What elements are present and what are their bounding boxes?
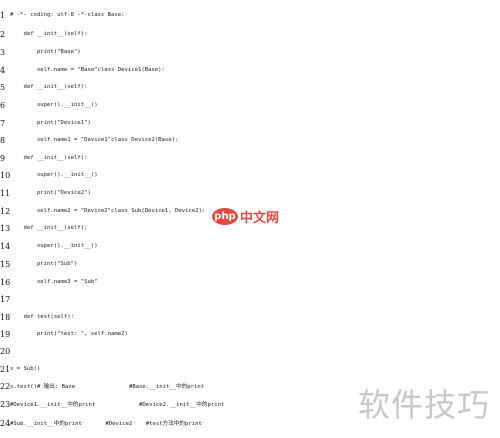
- code-line: 8 self.name1 = "Device1"class Device2(Ba…: [0, 134, 178, 146]
- code-line: 10 super().__init__(): [0, 169, 98, 181]
- line-number: 5: [0, 82, 6, 92]
- code-text: super().__init__(): [10, 172, 98, 178]
- php-logo-icon: php: [212, 208, 238, 225]
- corner-watermark: 软件技巧: [358, 386, 491, 424]
- code-line: 4 self.name = "Base"class Device1(Base):: [0, 64, 165, 76]
- code-text: self.name = "Base"class Device1(Base):: [10, 67, 165, 73]
- code-line: 20: [0, 345, 10, 357]
- code-line: 17: [0, 293, 10, 305]
- code-line: 5 def __init__(self):: [0, 81, 87, 93]
- line-number: 6: [0, 100, 6, 110]
- line-number: 7: [0, 118, 6, 128]
- php-watermark: php 中文网: [212, 207, 279, 226]
- code-line: 2 def __init__(self):: [0, 28, 87, 40]
- code-text: print("Device1"): [10, 120, 91, 126]
- code-text: print("test: ", self.name2): [10, 331, 128, 337]
- line-number: 24: [0, 418, 11, 428]
- line-number: 22: [0, 381, 11, 391]
- line-number: 16: [0, 277, 11, 287]
- line-number: 8: [0, 135, 6, 145]
- line-number: 18: [0, 312, 11, 322]
- code-line: 6 super().__init__(): [0, 99, 98, 111]
- code-line: 14 super().__init__(): [0, 240, 98, 252]
- code-line: 3 print("Base"): [0, 46, 81, 58]
- code-line: 22 s.test()# 输出: Base #Base.__init__中的pri…: [0, 380, 204, 392]
- line-number: 10: [0, 170, 11, 180]
- line-number: 9: [0, 153, 6, 163]
- code-text: self.name1 = "Device1"class Device2(Base…: [10, 137, 179, 143]
- line-number: 11: [0, 188, 11, 198]
- code-line: 23 #Device1.__init__中的print #Device2.__in…: [0, 398, 224, 410]
- code-line: 9 def __init__(self):: [0, 152, 87, 164]
- code-line: 11 print("Device2"): [0, 187, 91, 199]
- line-number: 17: [0, 294, 11, 304]
- code-text: print("Device2"): [10, 190, 91, 196]
- line-number: 1: [0, 10, 6, 20]
- code-line: 24 #Sub.__init__中的print #Device2 #test方法中…: [0, 417, 202, 429]
- code-text: super().__init__(): [10, 243, 98, 249]
- code-line: 16 self.name3 = "Sub": [0, 276, 98, 288]
- code-text: print("Sub"): [10, 261, 78, 267]
- line-number: 4: [0, 65, 6, 75]
- code-line: 13 def __init__(self):: [0, 222, 87, 234]
- code-text: print("Base"): [10, 49, 81, 55]
- code-line: 1 # -*- coding: utf-8 -*-class Base:: [0, 9, 125, 21]
- line-number: 23: [0, 399, 11, 409]
- code-text: #Device1.__init__中的print #Device2.__init…: [10, 402, 225, 408]
- code-text: s = Sub(): [10, 366, 41, 372]
- line-number: 20: [0, 346, 11, 356]
- line-number: 14: [0, 241, 11, 251]
- php-watermark-text: 中文网: [240, 211, 280, 226]
- code-text: def __init__(self):: [10, 84, 88, 90]
- code-text: self.name3 = "Sub": [10, 279, 98, 285]
- code-text: s.test()# 输出: Base #Base.__init__中的print: [10, 384, 205, 390]
- line-number: 19: [0, 329, 11, 339]
- line-number: 2: [0, 29, 6, 39]
- code-line: 7 print("Device1"): [0, 117, 91, 129]
- line-number: 13: [0, 223, 11, 233]
- line-number: 3: [0, 47, 6, 57]
- code-text: def test(self):: [10, 314, 74, 320]
- line-number: 15: [0, 259, 11, 269]
- code-line: 18 def test(self):: [0, 311, 74, 323]
- code-text: def __init__(self):: [10, 225, 88, 231]
- code-line: 19 print("test: ", self.name2): [0, 328, 128, 340]
- code-line: 21 s = Sub(): [0, 363, 40, 375]
- line-number: 12: [0, 206, 11, 216]
- code-text: super().__init__(): [10, 102, 98, 108]
- code-line: 15 print("Sub"): [0, 258, 77, 270]
- code-text: #Sub.__init__中的print #Device2 #test方法中的p…: [10, 421, 202, 427]
- code-text: # -*- coding: utf-8 -*-class Base:: [10, 12, 125, 18]
- line-number: 21: [0, 364, 11, 374]
- code-text: def __init__(self):: [10, 155, 88, 161]
- code-text: self.name2 = "Device2"class Sub(Device1,…: [10, 208, 206, 214]
- code-line: 12 self.name2 = "Device2"class Sub(Devic…: [0, 205, 205, 217]
- code-text: def __init__(self):: [10, 31, 88, 37]
